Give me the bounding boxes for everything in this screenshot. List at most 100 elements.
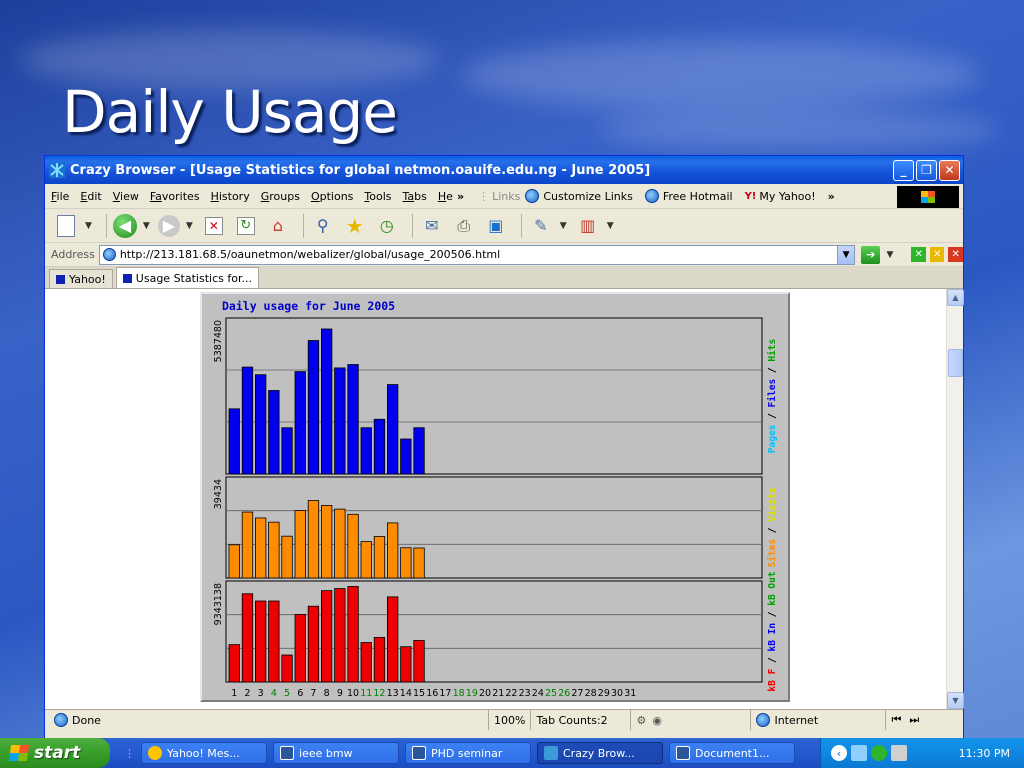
taskbar-item-crazy-browser[interactable]: Crazy Brow... — [537, 742, 663, 764]
link-customize-links[interactable]: Customize Links — [525, 189, 633, 203]
scroll-thumb[interactable] — [948, 349, 963, 377]
volume-icon[interactable] — [891, 745, 907, 761]
maximize-button[interactable]: ❐ — [916, 159, 937, 181]
chart-bar-kbytes — [373, 636, 386, 683]
menu-tabs-accel: Ta — [402, 189, 415, 203]
scroll-down-icon[interactable]: ▼ — [947, 692, 964, 709]
link-free-hotmail[interactable]: Free Hotmail — [644, 189, 733, 203]
address-field[interactable]: http://213.181.68.5/oaunetmon/webalizer/… — [98, 244, 856, 265]
chart-panel-kbytes: 9343138 — [213, 580, 763, 683]
links-label: Links — [492, 189, 521, 203]
chart-bar-hits — [281, 427, 293, 475]
tools-dropdown-icon[interactable]: ▼ — [607, 221, 614, 231]
go-button[interactable]: ➔ — [861, 245, 881, 264]
go-dropdown-icon[interactable]: ▼ — [886, 250, 893, 260]
search-button[interactable]: ⚲ — [310, 213, 336, 239]
tab-yahoo[interactable]: Yahoo! — [49, 269, 113, 288]
new-page-dropdown-icon[interactable]: ▼ — [85, 221, 92, 231]
minimize-button[interactable]: _ — [893, 159, 914, 181]
system-tray: ‹ 11:30 PM — [820, 738, 1024, 768]
globe-icon — [756, 713, 771, 727]
word-document-icon — [280, 746, 294, 760]
refresh-button[interactable]: ↻ — [233, 213, 259, 239]
chart-x-tick: 26 — [558, 688, 570, 699]
chart-bar-kbytes — [321, 590, 333, 683]
page-icon — [102, 248, 116, 261]
chart-legend-item: / — [767, 407, 778, 424]
tray-expand-icon[interactable]: ‹ — [831, 745, 847, 761]
chart-x-tick: 7 — [310, 688, 316, 699]
menu-view[interactable]: View — [113, 190, 139, 203]
menu-bar: File Edit View Favorites History Groups … — [45, 184, 963, 209]
new-page-icon — [57, 214, 75, 237]
home-icon: ⌂ — [272, 216, 283, 235]
window-button[interactable]: ▣ — [483, 213, 509, 239]
new-page-button[interactable] — [53, 213, 79, 239]
taskbar-item-phd-seminar[interactable]: PHD seminar — [405, 742, 531, 764]
link-my-yahoo[interactable]: Y! My Yahoo! — [745, 190, 816, 203]
address-dropdown-icon[interactable]: ▼ — [837, 245, 855, 264]
menu-favorites[interactable]: Favorites — [150, 190, 200, 203]
chart-x-tick: 30 — [611, 688, 623, 699]
menu-overflow-chevron[interactable]: » — [457, 190, 464, 203]
chart-x-tick: 8 — [324, 688, 330, 699]
taskbar-item-label: ieee bmw — [299, 746, 353, 760]
menu-tabs[interactable]: Tabs — [403, 190, 427, 203]
forward-button[interactable]: ▶ — [157, 214, 180, 237]
start-button[interactable]: start — [0, 738, 110, 768]
mail-button[interactable]: ✉ — [419, 213, 445, 239]
menu-favorites-accel: Fa — [149, 189, 162, 203]
chart-x-tick: 10 — [347, 688, 359, 699]
chart-x-tick: 19 — [466, 688, 478, 699]
tools-button[interactable]: ▥ — [575, 213, 601, 239]
chart-bar-kbytes — [268, 600, 280, 683]
print-button[interactable]: ⎙ — [451, 213, 477, 239]
scroll-up-icon[interactable]: ▲ — [947, 289, 964, 306]
close-tab-icon[interactable]: ✕ — [948, 247, 964, 262]
menu-history[interactable]: History — [211, 190, 250, 203]
menu-edit[interactable]: Edit — [80, 190, 101, 203]
menu-view-label: iew — [120, 189, 139, 203]
edit-dropdown-icon[interactable]: ▼ — [560, 221, 567, 231]
favorites-button[interactable]: ★ — [342, 213, 368, 239]
chart-bar-kbytes — [400, 646, 412, 683]
favorites-icon: ★ — [345, 213, 364, 238]
search-icon: ⚲ — [316, 216, 329, 235]
last-tab-icon[interactable]: ⏭ — [909, 713, 919, 727]
menu-help[interactable]: He — [438, 190, 453, 203]
link-my-yahoo-label: My Yahoo! — [759, 189, 816, 203]
chart-bar-kbytes — [228, 644, 240, 683]
usage-chart-svg: Daily usage for June 2005 53874803943493… — [213, 299, 778, 699]
chart-bar-kbytes — [334, 588, 346, 683]
title-bar[interactable]: Crazy Browser - [Usage Statistics for gl… — [45, 156, 963, 184]
history-button[interactable]: ◷ — [374, 213, 400, 239]
vertical-scrollbar[interactable]: ▲ ▼ — [946, 289, 964, 709]
close-other-tabs-icon[interactable]: ✕ — [929, 247, 945, 262]
edit-button[interactable]: ✎ — [528, 213, 554, 239]
menu-options[interactable]: Options — [311, 190, 353, 203]
network-icon[interactable] — [851, 745, 867, 761]
menu-file[interactable]: File — [51, 190, 69, 203]
chart-bar-hits — [255, 374, 267, 475]
links-overflow-chevron[interactable]: » — [828, 190, 835, 203]
messenger-icon[interactable] — [871, 745, 887, 761]
home-button[interactable]: ⌂ — [265, 213, 291, 239]
chart-bar-visits — [228, 544, 240, 579]
taskbar-item-yahoo-messenger[interactable]: Yahoo! Mes... — [141, 742, 267, 764]
taskbar-item-ieee-bmw[interactable]: ieee bmw — [273, 742, 399, 764]
chart-bar-kbytes — [255, 600, 267, 683]
menu-groups[interactable]: Groups — [261, 190, 300, 203]
forward-dropdown-icon[interactable]: ▼ — [186, 221, 193, 231]
first-tab-icon[interactable]: ⏮ — [891, 713, 901, 727]
close-button[interactable]: ✕ — [939, 159, 960, 181]
back-button[interactable]: ◀ — [112, 213, 137, 238]
zoom-segment[interactable]: 100% — [489, 710, 532, 730]
popup-blocker-icon[interactable]: ⚙ — [636, 714, 646, 727]
tab-usage-statistics[interactable]: Usage Statistics for... — [115, 267, 259, 288]
eye-icon[interactable]: ◉ — [652, 714, 662, 727]
menu-tools[interactable]: Tools — [364, 190, 391, 203]
stop-button[interactable]: ✕ — [201, 213, 227, 239]
back-dropdown-icon[interactable]: ▼ — [143, 221, 150, 231]
taskbar-item-document1[interactable]: Document1... — [669, 742, 795, 764]
close-all-tabs-icon[interactable]: ✕ — [911, 247, 926, 262]
